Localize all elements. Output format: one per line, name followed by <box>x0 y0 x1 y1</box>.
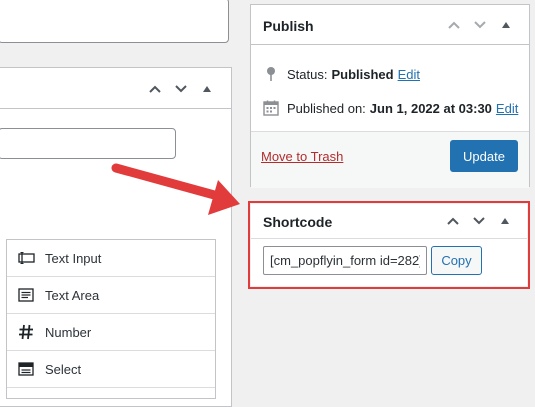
toggle-panel-icon[interactable] <box>495 211 515 231</box>
field-item-text-area[interactable]: Text Area <box>7 277 215 314</box>
move-down-icon[interactable] <box>469 211 489 231</box>
form-name-input[interactable] <box>0 128 176 159</box>
shortcode-panel: Shortcode Copy <box>251 204 527 286</box>
annotation-arrow <box>111 163 240 215</box>
field-item-label: Text Input <box>45 250 102 266</box>
published-on-row: Published on: Jun 1, 2022 at 03:30 Edit <box>263 100 518 116</box>
publish-panel: Publish Status: Published Edit Published… <box>250 4 530 188</box>
move-to-trash-link[interactable]: Move to Trash <box>261 149 343 164</box>
update-button[interactable]: Update <box>450 140 518 172</box>
published-on-label: Published on: <box>287 100 366 116</box>
field-item-label: Number <box>45 324 92 340</box>
move-down-icon[interactable] <box>470 15 490 35</box>
field-type-list: Text Input Text Area Number Select <box>6 239 216 399</box>
publish-title: Publish <box>263 18 314 34</box>
pin-icon <box>263 66 279 82</box>
shortcode-title: Shortcode <box>263 214 333 230</box>
edit-date-link[interactable]: Edit <box>496 101 518 116</box>
toggle-panel-icon[interactable] <box>197 79 217 99</box>
form-builder-panel-header <box>0 68 231 109</box>
publish-actions: Move to Trash Update <box>251 131 529 188</box>
post-title-input[interactable] <box>0 0 229 43</box>
number-icon <box>18 324 38 340</box>
move-up-icon[interactable] <box>443 211 463 231</box>
field-item-label: Select <box>45 361 82 377</box>
select-icon <box>18 362 38 376</box>
move-up-icon[interactable] <box>444 15 464 35</box>
move-up-icon[interactable] <box>145 79 165 99</box>
shortcode-input[interactable] <box>263 246 427 275</box>
calendar-icon <box>263 100 279 116</box>
field-item-label: Text Area <box>45 287 100 303</box>
text-input-icon <box>18 252 38 264</box>
field-item-number[interactable]: Number <box>7 314 215 351</box>
text-area-icon <box>18 288 38 302</box>
copy-button[interactable]: Copy <box>431 246 482 275</box>
edit-status-link[interactable]: Edit <box>398 67 420 82</box>
toggle-panel-icon[interactable] <box>496 15 516 35</box>
move-down-icon[interactable] <box>171 79 191 99</box>
status-value: Published <box>331 66 394 82</box>
shortcode-panel-header: Shortcode <box>251 204 527 239</box>
field-item-select[interactable]: Select <box>7 351 215 388</box>
publish-panel-header: Publish <box>251 5 529 45</box>
status-label: Status: <box>287 66 328 82</box>
field-item-text-input[interactable]: Text Input <box>7 240 215 277</box>
post-status-row: Status: Published Edit <box>263 66 420 82</box>
published-on-value: Jun 1, 2022 at 03:30 <box>369 100 492 116</box>
